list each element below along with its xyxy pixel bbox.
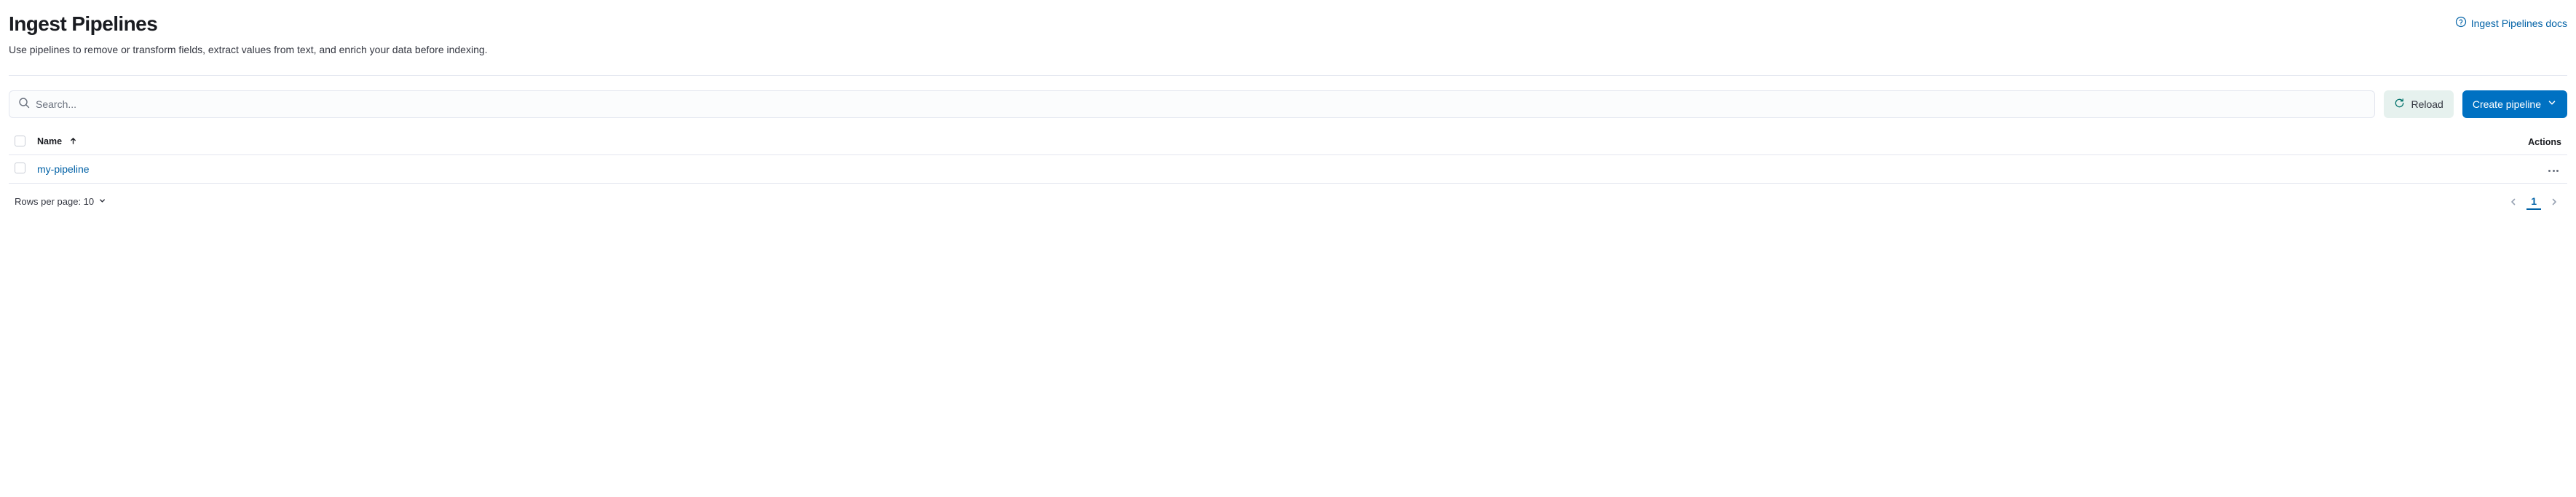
row-checkbox[interactable] <box>15 163 25 173</box>
table-footer: Rows per page: 10 1 <box>9 184 2567 213</box>
refresh-icon <box>2394 98 2405 111</box>
chevron-down-icon <box>98 196 106 207</box>
next-page-button[interactable] <box>2547 195 2561 209</box>
column-header-name[interactable]: Name <box>31 130 1518 155</box>
table-row: my-pipeline <box>9 154 2567 183</box>
create-label: Create pipeline <box>2473 98 2541 110</box>
sort-asc-icon <box>69 137 77 147</box>
rows-per-page-selector[interactable]: Rows per page: 10 <box>15 196 106 207</box>
pagination: 1 <box>2506 194 2561 210</box>
dot-icon <box>2556 170 2559 172</box>
column-name-label: Name <box>37 136 62 146</box>
docs-link-label: Ingest Pipelines docs <box>2471 17 2567 29</box>
reload-label: Reload <box>2411 98 2443 110</box>
search-input[interactable] <box>30 91 2366 117</box>
column-header-actions: Actions <box>1518 130 2567 155</box>
divider <box>9 75 2567 76</box>
question-circle-icon <box>2455 16 2467 30</box>
page-description: Use pipelines to remove or transform fie… <box>9 42 2567 58</box>
row-actions-menu[interactable] <box>2545 167 2561 175</box>
page-number-current[interactable]: 1 <box>2526 194 2541 210</box>
toolbar: Reload Create pipeline <box>9 90 2567 118</box>
prev-page-button[interactable] <box>2506 195 2521 209</box>
dot-icon <box>2553 170 2555 172</box>
page-title: Ingest Pipelines <box>9 12 157 36</box>
search-field-wrap[interactable] <box>9 90 2375 118</box>
chevron-down-icon <box>2547 98 2557 110</box>
search-icon <box>18 97 30 111</box>
pipelines-table: Name Actions my-pipeline <box>9 130 2567 184</box>
select-all-checkbox[interactable] <box>15 136 25 146</box>
table-header-row: Name Actions <box>9 130 2567 155</box>
dot-icon <box>2548 170 2551 172</box>
reload-button[interactable]: Reload <box>2384 90 2453 118</box>
rows-per-page-label: Rows per page: 10 <box>15 196 94 207</box>
pipeline-name-link[interactable]: my-pipeline <box>37 163 90 175</box>
docs-link[interactable]: Ingest Pipelines docs <box>2455 16 2567 30</box>
create-pipeline-button[interactable]: Create pipeline <box>2462 90 2567 118</box>
